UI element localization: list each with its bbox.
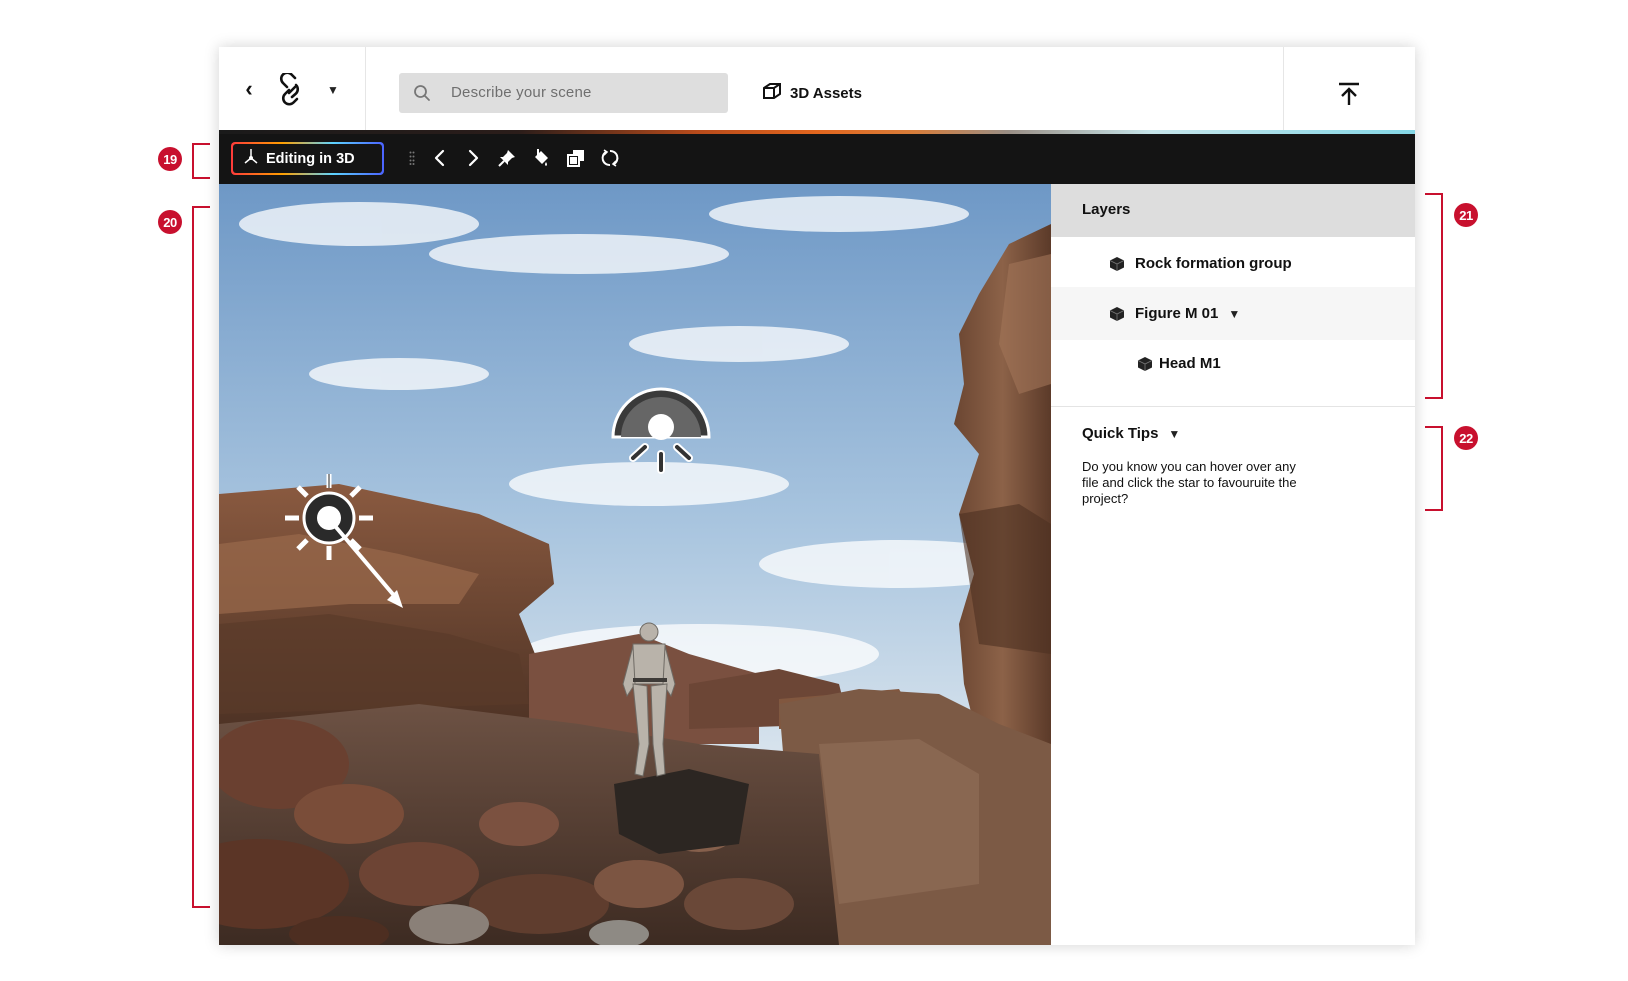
chevron-down-icon[interactable]: ▼ [1228, 307, 1240, 321]
layer-item-rock-formation[interactable]: Rock formation group [1051, 237, 1415, 290]
header-left-group: ‹ ▼ [219, 47, 366, 132]
link-logo-icon[interactable] [275, 71, 309, 107]
layers-header: Layers [1051, 184, 1415, 237]
side-panel: Layers Rock formation group Figure M 01 … [1051, 184, 1415, 945]
chevron-down-icon: ▼ [1168, 426, 1181, 441]
annotation-bracket-21 [1425, 193, 1443, 399]
annotation-badge-19: 19 [158, 147, 182, 171]
editor-toolbar: Editing in 3D [219, 134, 1415, 184]
search-placeholder: Describe your scene [451, 84, 592, 101]
annotation-bracket-19 [192, 143, 210, 179]
duplicate-icon[interactable] [565, 147, 587, 169]
3d-assets-button[interactable]: 3D Assets [761, 81, 862, 105]
header-right-group [1283, 47, 1415, 132]
annotation-badge-22: 22 [1454, 426, 1478, 450]
cube-outline-icon [761, 80, 783, 107]
back-button[interactable]: ‹ [239, 77, 259, 101]
scene-search-input[interactable]: Describe your scene [399, 73, 728, 113]
3d-assets-label: 3D Assets [790, 84, 862, 102]
viewport-scene [219, 184, 1051, 945]
redo-icon[interactable] [462, 147, 484, 169]
annotation-bracket-20 [192, 206, 210, 908]
panel-divider [1051, 406, 1415, 407]
project-menu-caret[interactable]: ▼ [327, 83, 339, 97]
layer-item-head[interactable]: Head M1 [1051, 337, 1415, 390]
3d-axes-icon [243, 148, 259, 169]
quick-tips-header[interactable]: Quick Tips ▼ [1082, 425, 1180, 442]
quick-tips-title: Quick Tips [1082, 425, 1159, 442]
app-window: ‹ ▼ Describe your scene 3D Assets Editin… [219, 47, 1415, 945]
layer-item-figure[interactable]: Figure M 01 ▼ [1051, 287, 1415, 340]
annotation-badge-20: 20 [158, 210, 182, 234]
screenshot-canvas: 18 19 20 21 22 ‹ ▼ [0, 0, 1628, 981]
quick-tips-text: Do you know you can hover over any file … [1082, 459, 1297, 506]
cube-icon [1137, 356, 1153, 372]
annotation-badge-21: 21 [1454, 203, 1478, 227]
3d-viewport[interactable] [219, 184, 1051, 945]
editing-mode-inner: Editing in 3D [233, 144, 382, 173]
rotate-icon[interactable] [599, 147, 621, 169]
paint-bucket-icon[interactable] [530, 147, 552, 169]
top-header: ‹ ▼ Describe your scene 3D Assets [219, 47, 1415, 134]
chevron-left-icon: ‹ [245, 76, 253, 101]
editing-mode-label: Editing in 3D [266, 150, 355, 167]
pin-icon[interactable] [496, 147, 518, 169]
drag-handle-icon[interactable] [409, 151, 415, 165]
cube-icon [1109, 306, 1125, 322]
undo-icon[interactable] [429, 147, 451, 169]
search-icon [413, 84, 431, 102]
layer-name: Head M1 [1159, 355, 1221, 372]
annotation-bracket-22 [1425, 426, 1443, 511]
layers-title: Layers [1082, 201, 1131, 218]
layer-name: Rock formation group [1135, 255, 1292, 272]
upload-icon[interactable] [1336, 81, 1362, 107]
cube-icon [1109, 256, 1125, 272]
layer-name: Figure M 01 [1135, 305, 1219, 322]
editing-mode-button[interactable]: Editing in 3D [231, 142, 384, 175]
